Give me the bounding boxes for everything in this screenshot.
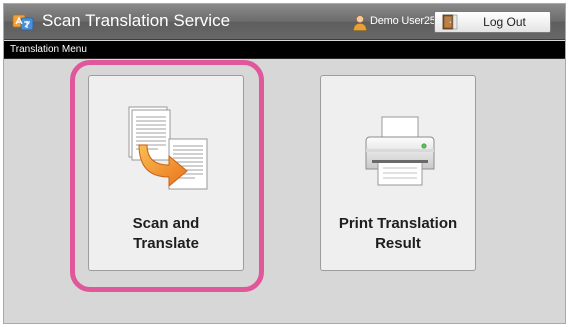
- door-exit-icon: [442, 14, 458, 30]
- scan-translate-icon: [128, 106, 208, 190]
- translation-app-logo-icon: [12, 14, 34, 31]
- scan-and-translate-label: Scan and Translate: [132, 215, 200, 252]
- app-title: Scan Translation Service: [42, 11, 231, 30]
- print-translation-result-label: Print Translation Result: [338, 215, 458, 252]
- logout-button[interactable]: Log Out: [434, 11, 551, 33]
- user-icon: [353, 15, 367, 31]
- print-translation-result-button[interactable]: Print Translation Result: [320, 75, 476, 271]
- title-bar: Scan Translation Service Demo User258 Lo…: [4, 4, 565, 40]
- user-name: Demo User258: [370, 15, 442, 27]
- printer-icon: [365, 116, 435, 186]
- menu-bar: Translation Menu: [4, 41, 565, 59]
- logout-label: Log Out: [483, 15, 526, 29]
- menu-title: Translation Menu: [10, 44, 87, 55]
- app-window: Scan Translation Service Demo User258 Lo…: [3, 3, 566, 324]
- scan-and-translate-button[interactable]: Scan and Translate: [88, 75, 244, 271]
